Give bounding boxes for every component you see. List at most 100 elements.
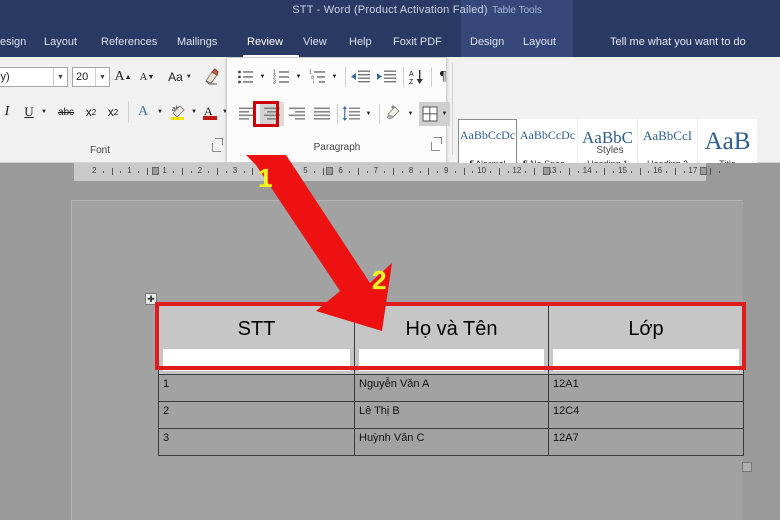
tab-mailings-3[interactable]: Mailings [177,36,217,48]
table-cell[interactable]: 1 [158,374,355,402]
table-resize-handle-icon[interactable] [742,462,752,472]
svg-text:i: i [313,80,314,85]
paragraph-dialog-launcher[interactable] [431,142,440,151]
divider [337,104,338,124]
underline-icon[interactable]: U [20,101,38,123]
table-header-empty-line [359,349,544,371]
font-size-combo[interactable]: 20 ▼ [72,67,110,87]
window-title: STT - Word (Product Activation Failed) [292,4,488,16]
table-header-cell[interactable]: Lớp [548,305,744,375]
font-name-combo[interactable]: ori (Body) ▼ [0,67,68,87]
ruler-tick [208,171,210,173]
subscript-icon[interactable]: x2 [80,101,102,123]
left-indent-marker[interactable] [152,167,159,175]
chevron-down-icon[interactable]: ▼ [405,102,416,126]
table-cell[interactable]: 12A1 [548,374,744,402]
table-cell[interactable]: 2 [158,401,355,429]
right-indent-marker[interactable] [700,167,707,175]
table-cell[interactable]: 3 [158,428,355,456]
chevron-down-icon[interactable]: ▼ [363,102,374,126]
line-spacing-icon[interactable] [339,102,363,126]
tell-me-search[interactable]: Tell me what you want to do [610,36,746,48]
ruler-tick [613,171,615,173]
tab-layout-1[interactable]: Layout [44,36,77,48]
ruler-tick [507,171,509,173]
ruler-tick [190,171,192,173]
ruler-tick [578,171,579,173]
ruler-tick [710,168,711,175]
ruler-tick [146,168,148,175]
table-cell[interactable]: Huỳnh Văn C [354,428,549,456]
grow-font-icon[interactable]: A ▲ [112,65,134,89]
text-effects-icon[interactable]: A [132,101,154,123]
tab-review-4[interactable]: Review [247,36,283,48]
shading-icon[interactable] [381,102,405,126]
chevron-down-icon[interactable]: ▼ [257,66,268,88]
ruler-tick [718,171,720,173]
multilevel-list-icon[interactable]: 1 a i [307,66,329,88]
tab-layout-9[interactable]: Layout [523,36,556,48]
table-cell[interactable]: 12C4 [548,401,744,429]
decrease-indent-icon[interactable] [349,66,373,88]
ruler-tab-marker[interactable] [543,167,550,175]
divider [345,67,346,87]
ruler-tick [560,171,562,173]
chevron-down-icon[interactable]: ▼ [293,66,304,88]
italic-icon[interactable]: I [0,101,16,123]
table-cell[interactable]: Nguyễn Văn A [354,374,549,402]
table-cell[interactable]: Lê Thị B [354,401,549,429]
chevron-down-icon[interactable]: ▼ [329,66,340,88]
svg-text:A: A [409,71,414,78]
align-right-icon[interactable] [285,102,309,126]
chevron-down-icon[interactable]: ▼ [38,101,50,123]
ruler-number: 16 [653,166,663,175]
show-formatting-marks-icon[interactable]: ¶ [433,66,453,88]
sort-icon[interactable]: A Z [406,66,428,88]
tab-esign-0[interactable]: esign [0,36,26,48]
chevron-down-icon[interactable]: ▼ [439,102,450,126]
table-row[interactable]: 2 Lê Thị B 12C4 [158,401,744,429]
svg-text:A: A [204,104,213,118]
ruler-tick [226,171,227,173]
ruler-number: 2 [197,166,203,175]
tab-references-2[interactable]: References [101,36,157,48]
annotation-step-2: 2 [372,265,387,295]
ruler-number: 14 [582,166,592,175]
superscript-icon[interactable]: x2 [102,101,124,123]
chevron-down-icon[interactable]: ▼ [95,68,109,86]
ruler-tick [217,168,219,175]
bullets-icon[interactable] [235,66,257,88]
ruler-number: 2 [92,166,97,175]
borders-icon[interactable] [419,102,441,126]
align-center-icon[interactable] [260,102,284,126]
ruler-number: 17 [688,166,698,175]
justify-icon[interactable] [310,102,334,126]
font-name-value: ori (Body) [0,71,10,83]
word-window: STT - Word (Product Activation Failed) T… [0,0,780,520]
align-left-icon[interactable] [235,102,259,126]
chevron-down-icon[interactable]: ▼ [154,101,166,123]
font-size-value: 20 [76,71,89,83]
table-move-handle-icon[interactable]: ✚ [145,293,157,305]
numbering-icon[interactable]: 1 2 3 [271,66,293,88]
increase-indent-icon[interactable] [375,66,399,88]
strikethrough-icon[interactable]: abc [54,101,78,123]
font-dialog-launcher[interactable] [212,143,221,152]
text-highlight-icon[interactable]: ab [166,101,190,123]
ruler-tick [498,168,500,175]
font-color-icon[interactable]: A [198,101,222,123]
change-case-icon[interactable]: Aa ▼ [164,65,196,89]
table-cell[interactable]: 12A7 [548,428,744,456]
tab-view-5[interactable]: View [303,36,327,48]
ruler-tick [630,171,632,173]
shrink-font-icon[interactable]: A ▼ [136,65,158,89]
tab-help-6[interactable]: Help [349,36,372,48]
clear-formatting-icon[interactable] [200,65,224,89]
table-row[interactable]: 3 Huỳnh Văn C 12A7 [158,428,744,456]
chevron-down-icon[interactable]: ▼ [53,68,67,86]
tab-design-8[interactable]: Design [470,36,504,48]
group-label-styles: Styles [596,145,624,156]
tab-foxit-pdf-7[interactable]: Foxit PDF [393,36,442,48]
divider [431,67,432,87]
table-row[interactable]: 1 Nguyễn Văn A 12A1 [158,374,744,402]
